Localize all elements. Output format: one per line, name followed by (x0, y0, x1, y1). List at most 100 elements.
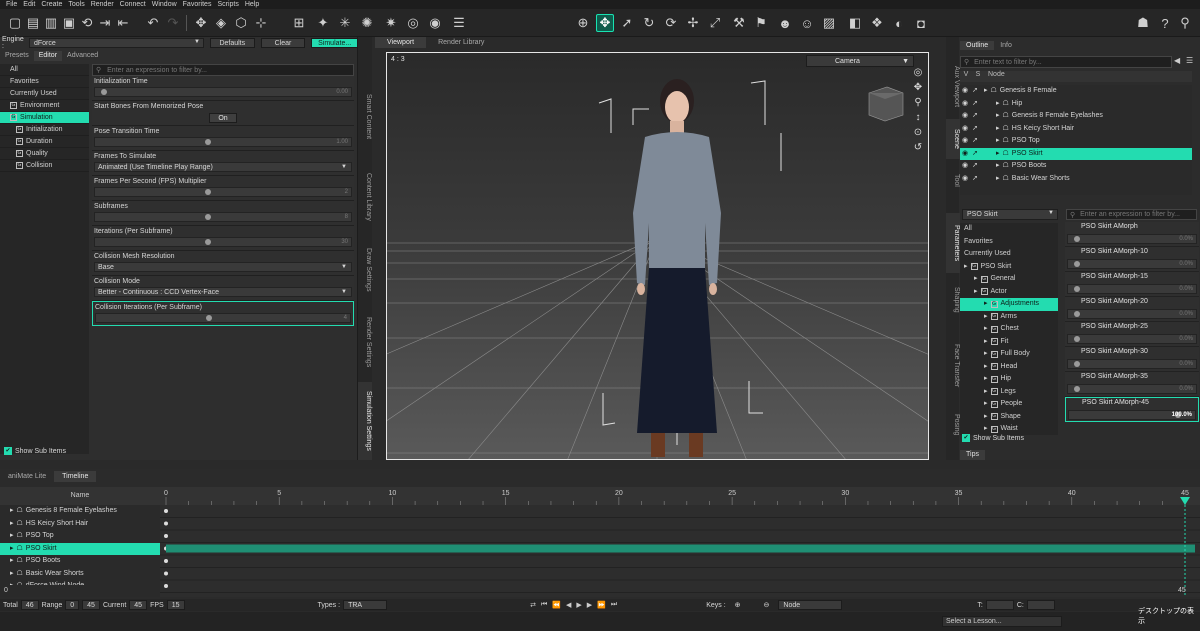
undo-icon[interactable]: ↶ (144, 14, 162, 32)
render-settings-icon[interactable]: ◉ (426, 14, 444, 32)
expand-arrow-icon[interactable]: ▸ (984, 323, 988, 336)
property-slider[interactable]: 30 (94, 237, 352, 247)
menu-item-window[interactable]: Window (149, 0, 180, 9)
tab-shaping[interactable]: Shaping (946, 277, 960, 323)
param-show-sub-items-checkbox[interactable]: ✔ Show Sub Items (962, 434, 1024, 442)
rotate-tool-icon[interactable]: ↻ (640, 14, 658, 32)
slider-knob[interactable] (204, 239, 211, 245)
universal-tool-icon[interactable]: ⊕ (574, 14, 592, 32)
new-file-icon[interactable]: ▢ (6, 14, 24, 32)
parameter-group-item[interactable]: Currently Used (960, 248, 1058, 261)
parameter-group-item[interactable]: ▸ G Hip (960, 373, 1058, 386)
category-item[interactable]: G Quality (0, 148, 89, 160)
menu-item-render[interactable]: Render (88, 0, 117, 9)
tab-draw-settings[interactable]: Draw Settings (358, 237, 372, 302)
keyframe-marker[interactable] (164, 509, 168, 513)
slider-knob[interactable] (101, 89, 107, 95)
parameter-group-item[interactable]: ▸ G Adjustments (960, 298, 1058, 311)
parameter-group-item[interactable]: ▸ G Shape (960, 411, 1058, 424)
tab-advanced[interactable]: Advanced (62, 51, 103, 61)
morph-slider[interactable]: 0.0% (1067, 234, 1197, 244)
pointer-icon[interactable]: ➚ (618, 14, 636, 32)
tab-parameters[interactable]: Parameters (946, 213, 960, 273)
eye-icon[interactable]: ◉ (960, 135, 970, 148)
expand-arrow-icon[interactable]: ▸ (964, 261, 968, 274)
loop-icon[interactable]: ⇄ (530, 601, 536, 609)
clear-button[interactable]: Clear (260, 38, 306, 48)
first-frame-icon[interactable]: ⏮ (541, 601, 547, 609)
keyframe-marker[interactable] (164, 571, 168, 576)
reset-view-icon[interactable]: ↺ (914, 142, 922, 153)
expand-arrow-icon[interactable]: ▸ (984, 298, 988, 311)
property-slider[interactable]: 1.00 (94, 137, 352, 147)
surface-selection-icon[interactable]: ◈ (212, 14, 230, 32)
scene-node-row[interactable]: ◉ ➚ ▸ ☖ PSO Boots (960, 160, 1192, 173)
viewport[interactable]: 4 : 3 Camera ▼ ◎ ✥ ⚲ ↕ ⊙ ↺ (386, 52, 929, 460)
node-selection-icon[interactable]: ✥ (192, 14, 210, 32)
expand-arrow-icon[interactable]: ▸ (996, 173, 1000, 186)
expand-arrow-icon[interactable]: ▸ (984, 386, 988, 399)
morph-slider[interactable]: 100.0% (1068, 410, 1196, 420)
keyframe-marker[interactable] (164, 559, 168, 563)
engine-select[interactable]: dForce ▼ (28, 38, 204, 48)
eye-icon[interactable]: ◉ (960, 148, 970, 161)
simulate-button[interactable]: Simulate... (311, 38, 358, 48)
remove-key-icon[interactable]: ⊖ (764, 601, 770, 609)
current-input[interactable]: 45 (129, 600, 148, 610)
expand-arrow-icon[interactable]: ▸ (996, 123, 1000, 136)
parameter-group-item[interactable]: ▸ G Full Body (960, 348, 1058, 361)
open-folder-icon[interactable]: ▥ (42, 14, 60, 32)
scene-node-row[interactable]: ◉ ➚ ▸ ☖ PSO Skirt (960, 147, 1192, 161)
eye-icon[interactable]: ◉ (960, 85, 970, 98)
select-icon[interactable]: ➚ (970, 135, 980, 148)
category-item[interactable]: G Collision (0, 160, 89, 172)
slider-knob[interactable] (1074, 311, 1080, 317)
expand-arrow-icon[interactable]: ▸ (10, 543, 14, 556)
fps-input[interactable]: 15 (166, 600, 185, 610)
import-icon[interactable]: ⇥ (96, 14, 114, 32)
menu-lines-icon[interactable]: ☰ (450, 14, 468, 32)
menu-item-edit[interactable]: Edit (20, 0, 38, 9)
parameter-node-select[interactable]: PSO Skirt ▼ (962, 209, 1058, 220)
morph-slider[interactable]: 0.0% (1067, 384, 1197, 394)
scene-node-row[interactable]: ◉ ➚ ▸ ☖ Genesis 8 Female Eyelashes (960, 110, 1192, 123)
geometry-editor-icon[interactable]: ⬡ (232, 14, 250, 32)
eye-icon[interactable]: ◉ (960, 123, 970, 136)
point-light-icon[interactable]: ✺ (358, 14, 376, 32)
tab-outline[interactable]: Outline (960, 41, 995, 50)
parameter-group-item[interactable]: ▸ G Fit (960, 336, 1058, 349)
parameter-group-item[interactable]: ▸ G Head (960, 361, 1058, 374)
active-pose-tool-icon[interactable]: ✥ (596, 14, 614, 32)
last-frame-icon[interactable]: ⏭ (611, 601, 617, 609)
menu-item-scripts[interactable]: Scripts (214, 0, 241, 9)
scene-filter-input[interactable]: ⚲ Enter text to filter by... (960, 56, 1172, 68)
slider-knob[interactable] (1074, 236, 1080, 242)
tab-tips[interactable]: Tips (960, 450, 985, 460)
expand-arrow-icon[interactable]: ▸ (10, 580, 14, 585)
defaults-button[interactable]: Defaults (209, 38, 255, 48)
next-frame-icon[interactable]: ▶ (587, 601, 592, 609)
parameter-group-item[interactable]: ▸ G General (960, 273, 1058, 286)
tab-smart-content[interactable]: Smart Content (358, 77, 372, 157)
arrow-left-icon[interactable]: ◀ (1174, 56, 1180, 65)
expand-arrow-icon[interactable]: ▸ (996, 135, 1000, 148)
expand-arrow-icon[interactable]: ▸ (984, 361, 988, 374)
tab-animate-lite[interactable]: aniMate Lite (0, 471, 54, 482)
expand-arrow-icon[interactable]: ▸ (984, 373, 988, 386)
total-input[interactable]: 46 (20, 600, 39, 610)
tab-render-settings[interactable]: Render Settings (358, 302, 372, 382)
morph-slider[interactable]: 0.0% (1067, 334, 1197, 344)
scale-tool-icon[interactable]: ⤢ (706, 14, 724, 32)
render-camera-icon[interactable]: ◘ (912, 14, 930, 32)
expand-arrow-icon[interactable]: ▸ (10, 518, 14, 531)
tab-content-library[interactable]: Content Library (358, 157, 372, 237)
keyframe-marker[interactable] (164, 534, 168, 538)
parameter-group-item[interactable]: ▸ G Chest (960, 323, 1058, 336)
export-icon[interactable]: ⇤ (114, 14, 132, 32)
expand-arrow-icon[interactable]: ▸ (996, 160, 1000, 173)
timeline-track-row[interactable]: ▸ ☖ PSO Skirt (0, 542, 160, 556)
redo-icon[interactable]: ↷ (164, 14, 182, 32)
tab-tool[interactable]: Tool (946, 165, 960, 195)
parameter-group-item[interactable]: ▸ G Legs (960, 386, 1058, 399)
tab-scene[interactable]: Scene (946, 119, 960, 159)
